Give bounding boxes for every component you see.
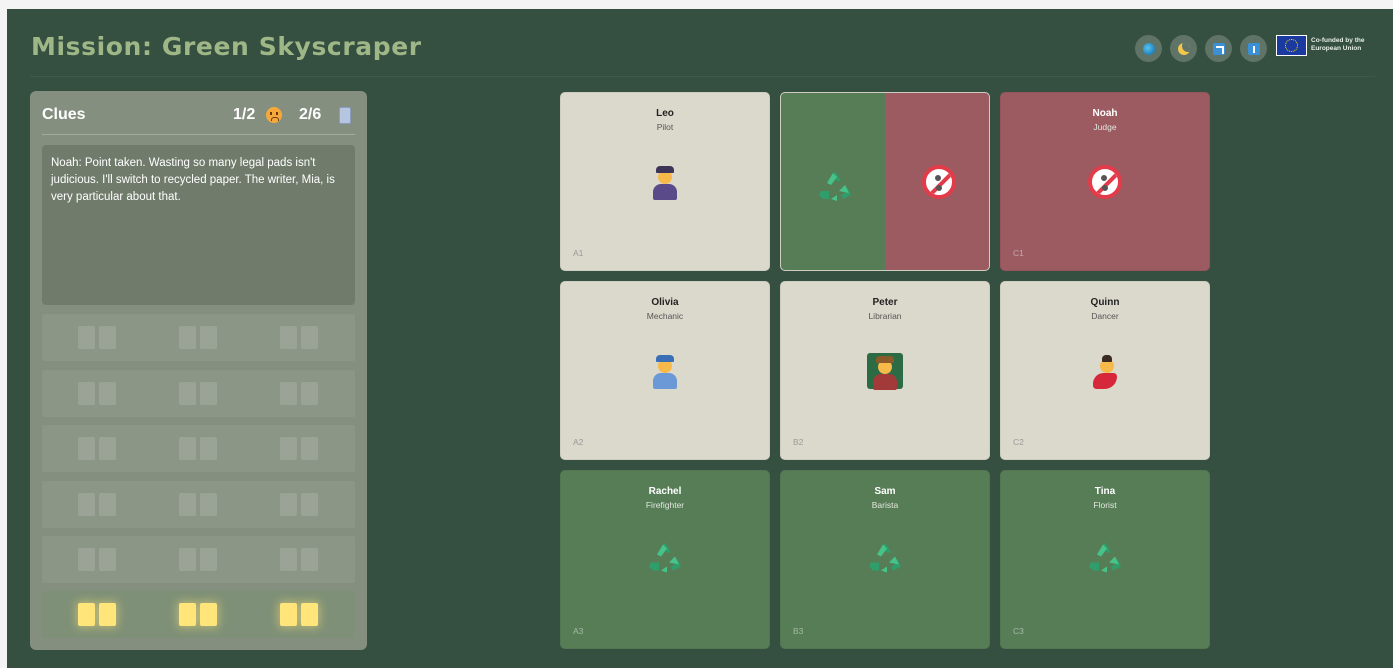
progress-counter: 2/6 <box>299 106 322 123</box>
card-sam[interactable]: Sam Barista B3 <box>780 470 990 649</box>
card-position: A1 <box>573 248 584 258</box>
skyscraper-floor <box>42 314 355 361</box>
dark-mode-button[interactable] <box>1170 35 1197 62</box>
card-name: Tina <box>1094 486 1116 497</box>
card-noah[interactable]: Noah Judge C1 <box>1000 92 1210 271</box>
building-icon <box>339 107 351 124</box>
card-split[interactable] <box>780 92 990 271</box>
card-name: Olivia <box>651 297 679 308</box>
card-name: Peter <box>872 297 898 308</box>
eu-flag-icon <box>1276 35 1307 56</box>
card-position: C1 <box>1013 248 1024 258</box>
card-position: A3 <box>573 626 584 636</box>
card-name: Rachel <box>648 486 682 497</box>
worried-face-icon <box>266 107 282 123</box>
pilot-icon <box>650 164 680 200</box>
window-frame-top <box>0 0 1393 9</box>
recycle-icon <box>647 540 683 579</box>
card-job: Mechanic <box>646 311 684 321</box>
card-rachel[interactable]: Rachel Firefighter A3 <box>560 470 770 649</box>
teacher-icon <box>867 352 903 390</box>
recycle-icon <box>867 540 903 579</box>
card-name: Noah <box>1092 108 1118 119</box>
info-button[interactable] <box>1240 35 1267 62</box>
card-position: A2 <box>573 437 584 447</box>
card-leo[interactable]: Leo Pilot A1 <box>560 92 770 271</box>
card-position: B2 <box>793 437 804 447</box>
expand-icon <box>1212 42 1225 55</box>
skyscraper-floor-lit <box>42 591 355 638</box>
no-littering-icon <box>1088 164 1122 199</box>
fullscreen-button[interactable] <box>1205 35 1232 62</box>
clues-divider <box>42 134 355 135</box>
page-title: Mission: Green Skyscraper <box>31 32 422 61</box>
info-icon <box>1247 42 1260 55</box>
card-job: Firefighter <box>645 500 685 510</box>
recycle-icon <box>817 169 853 208</box>
card-name: Leo <box>656 108 674 119</box>
card-peter[interactable]: Peter Librarian B2 <box>780 281 990 460</box>
card-olivia[interactable]: Olivia Mechanic A2 <box>560 281 770 460</box>
card-job: Dancer <box>1091 311 1119 321</box>
clue-text: Noah: Point taken. Wasting so many legal… <box>42 145 355 305</box>
mistakes-counter: 1/2 <box>233 106 256 123</box>
card-name: Sam <box>874 486 896 497</box>
skyscraper-floor <box>42 425 355 472</box>
language-button[interactable] <box>1135 35 1162 62</box>
skyscraper-floor <box>42 481 355 528</box>
card-position: B3 <box>793 626 804 636</box>
card-job: Judge <box>1093 122 1117 132</box>
card-position: C3 <box>1013 626 1024 636</box>
card-position: C2 <box>1013 437 1024 447</box>
globe-icon <box>1142 42 1155 55</box>
dancer-icon <box>1090 353 1120 389</box>
clues-title: Clues <box>42 106 86 123</box>
recycle-icon <box>1087 540 1123 579</box>
card-job: Pilot <box>656 122 674 132</box>
card-quinn[interactable]: Quinn Dancer C2 <box>1000 281 1210 460</box>
card-job: Florist <box>1093 500 1117 510</box>
card-tina[interactable]: Tina Florist C3 <box>1000 470 1210 649</box>
moon-icon <box>1177 42 1190 55</box>
skyscraper-floor <box>42 370 355 417</box>
header-divider <box>30 76 1375 77</box>
skyscraper-floor <box>42 536 355 583</box>
card-name: Quinn <box>1090 297 1120 308</box>
no-littering-icon <box>922 164 956 199</box>
card-job: Librarian <box>868 311 902 321</box>
card-job: Barista <box>871 500 899 510</box>
eu-funding-label: Co-funded by the European Union <box>1311 37 1365 52</box>
mechanic-icon <box>650 353 680 389</box>
window-frame-left <box>0 0 7 668</box>
clues-panel: Clues 1/2 2/6 Noah: Point taken. Wasting… <box>30 91 367 650</box>
